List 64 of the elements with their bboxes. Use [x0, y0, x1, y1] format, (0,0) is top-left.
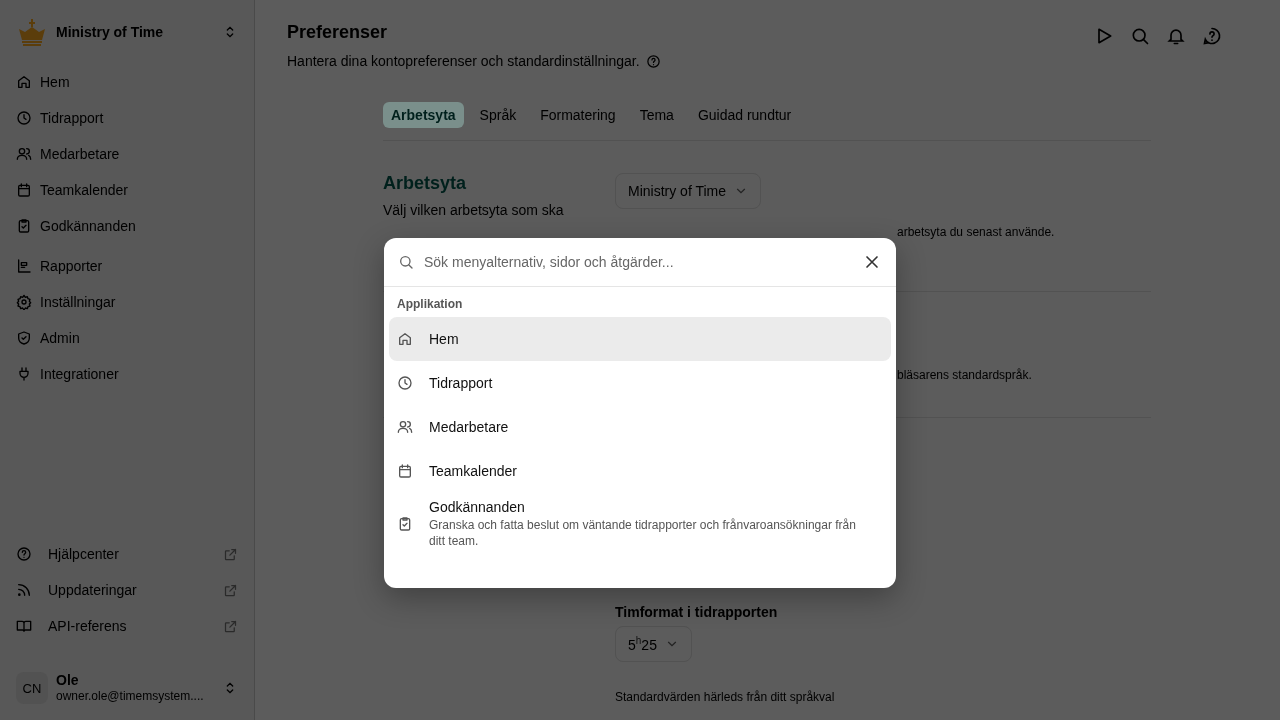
sidebar-item[interactable]: Admin	[16, 320, 238, 356]
help-icon	[16, 546, 32, 562]
field-label: Timformat i tidrapporten	[615, 604, 779, 620]
user-name: Ole	[56, 672, 80, 688]
note-text: Standardvärden härleds från ditt språkval	[615, 690, 835, 704]
calendar-icon	[397, 463, 413, 479]
sidebar-item[interactable]: Tidrapport	[16, 100, 238, 136]
search-icon	[398, 254, 414, 270]
settings-icon	[16, 294, 32, 310]
users-icon	[16, 146, 32, 162]
help-text: arbetsyta du senast använde.	[897, 225, 1055, 239]
workspace-name: Ministry of Time	[56, 24, 165, 40]
sidebar-link[interactable]: Uppdateringar	[48, 582, 207, 598]
clipboard-icon	[397, 516, 413, 532]
help-text: bläsarens standardspråk.	[897, 368, 1032, 384]
sidebar-item[interactable]: Teamkalender	[16, 172, 238, 208]
shield-icon	[16, 330, 32, 346]
clipboard-icon	[16, 218, 32, 234]
palette-item[interactable]: Medarbetare	[389, 405, 891, 449]
palette-item[interactable]: Hem	[389, 317, 891, 361]
search-icon	[1130, 26, 1150, 46]
external-link-icon	[223, 546, 238, 562]
help-icon	[645, 53, 661, 69]
page-subtitle: Hantera dina kontopreferenser och standardinställningar.	[287, 53, 640, 69]
search-button[interactable]	[1130, 26, 1150, 46]
group-heading: Applikation	[396, 296, 464, 313]
tab[interactable]: Tema	[631, 102, 682, 128]
calendar-icon	[16, 182, 32, 198]
tab[interactable]: Guidad rundtur	[689, 102, 800, 128]
clock-icon	[16, 110, 32, 126]
notifications-button[interactable]	[1166, 26, 1186, 46]
crown-icon	[16, 17, 48, 47]
time-format-select[interactable]: 5$^{h}$25	[615, 626, 692, 662]
plug-icon	[16, 366, 32, 382]
tab[interactable]: Formatering	[532, 102, 624, 128]
palette-item[interactable]: Godkännanden Granska och fatta beslut om väntande tidrapporter och frånvaroansökningar från ditt team.	[389, 493, 891, 557]
palette-item[interactable]: Tidrapport	[389, 361, 891, 405]
users-icon	[397, 419, 413, 435]
external-link-icon	[223, 582, 238, 598]
bell-icon	[1166, 26, 1186, 46]
user-email: owner.ole@timemsystem....	[56, 688, 205, 704]
book-icon	[16, 618, 32, 634]
home-icon	[16, 74, 32, 90]
rss-icon	[16, 582, 32, 598]
sidebar-link[interactable]: Hjälpcenter	[48, 546, 207, 562]
external-link-icon	[223, 618, 238, 634]
chart-icon	[16, 258, 32, 274]
home-icon	[397, 331, 413, 347]
workspace-select[interactable]: Ministry of Time	[615, 173, 761, 209]
section-description: Välj vilken arbetsyta som ska	[383, 202, 565, 218]
sidebar-item[interactable]: Hem	[16, 64, 238, 100]
sidebar-item[interactable]: Inställningar	[16, 284, 238, 320]
clock-icon	[397, 375, 413, 391]
palette-item[interactable]: Teamkalender	[389, 449, 891, 493]
page-title: Preferenser	[287, 22, 389, 43]
user-avatar: CN	[16, 672, 48, 704]
sidebar-item[interactable]: Medarbetare	[16, 136, 238, 172]
tab[interactable]: Arbetsyta	[383, 102, 464, 128]
sidebar-item[interactable]: Integrationer	[16, 356, 238, 392]
sidebar-item[interactable]: Godkännanden	[16, 208, 238, 244]
sidebar-link[interactable]: API-referens	[48, 618, 207, 634]
tab[interactable]: Språk	[471, 102, 525, 128]
section-title: Arbetsyta	[383, 173, 468, 194]
sidebar-item[interactable]: Rapporter	[16, 248, 238, 284]
